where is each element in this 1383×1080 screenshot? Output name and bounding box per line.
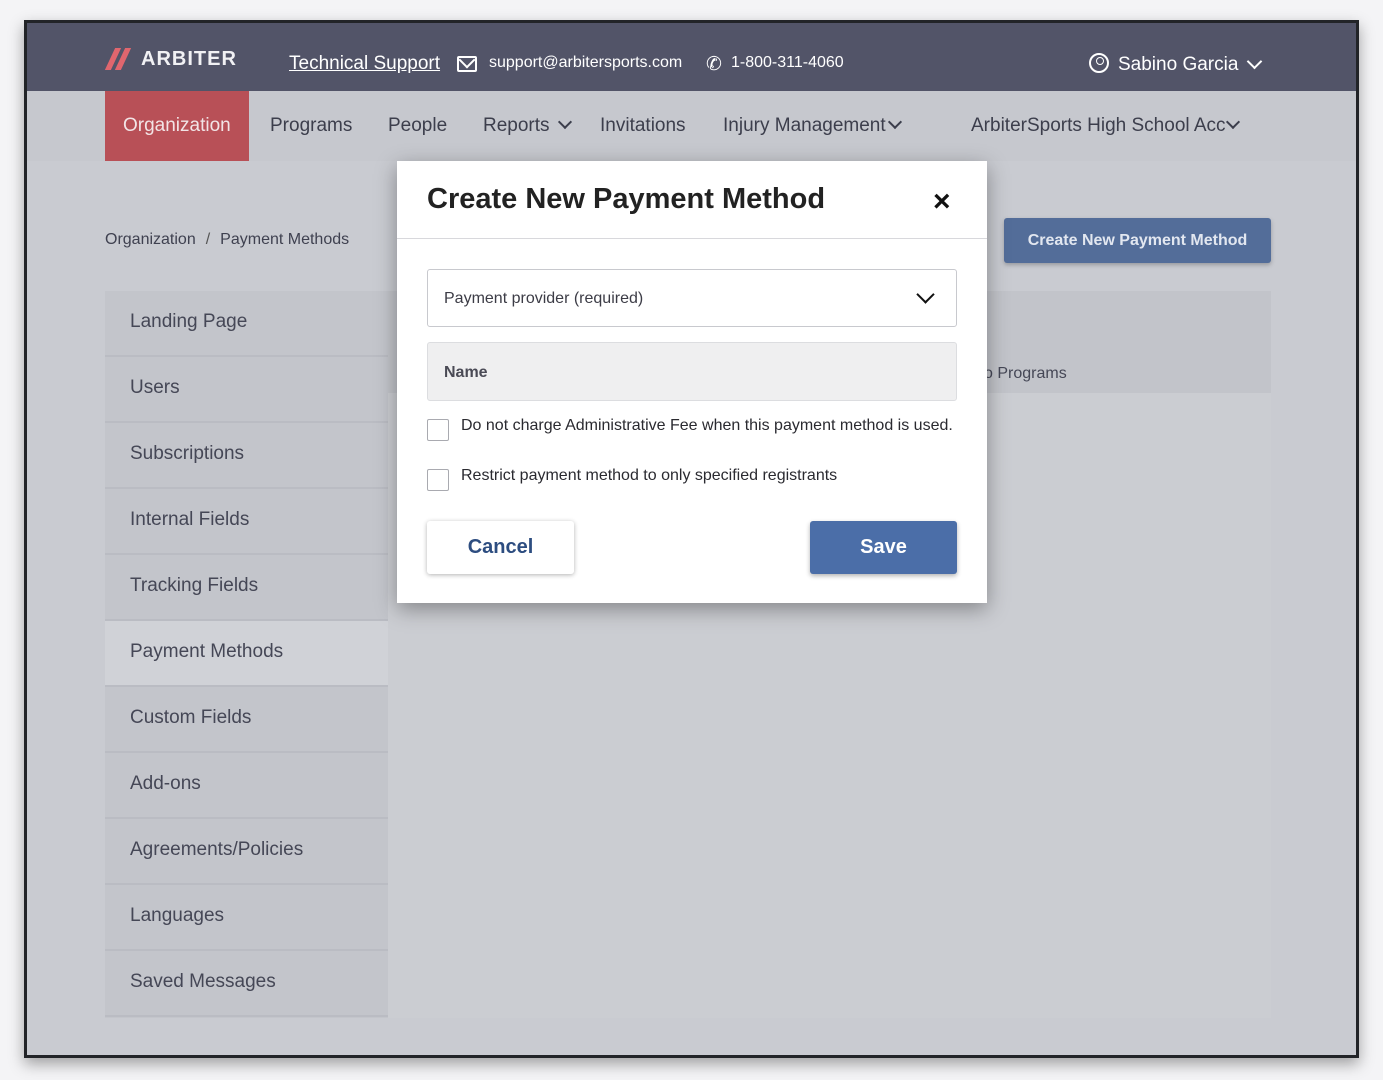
sidebar-item-custom-fields[interactable]: Custom Fields — [105, 687, 388, 753]
chevron-down-icon — [557, 114, 572, 130]
sidebar-item-landing-page[interactable]: Landing Page — [105, 291, 388, 357]
payment-provider-placeholder: Payment provider (required) — [444, 290, 644, 307]
nav-label: Programs — [270, 115, 353, 136]
admin-fee-checkbox[interactable] — [427, 419, 449, 441]
nav-reports[interactable]: Reports — [483, 91, 572, 161]
chevron-down-icon — [887, 114, 902, 130]
name-field[interactable]: Name — [427, 342, 957, 401]
sidebar-item-internal-fields[interactable]: Internal Fields — [105, 489, 388, 555]
technical-support-link[interactable]: Technical Support — [289, 53, 440, 75]
nav-label: ArbiterSports High School Acc — [971, 115, 1226, 136]
sidebar-item-agreements-policies[interactable]: Agreements/Policies — [105, 819, 388, 885]
support-phone-link[interactable]: 1-800-311-4060 — [731, 54, 844, 72]
nav-invitations[interactable]: Invitations — [600, 91, 686, 161]
breadcrumb-separator: / — [205, 231, 211, 248]
nav-label: Organization — [123, 115, 231, 136]
nav-organization[interactable]: Organization — [105, 91, 249, 161]
close-icon[interactable]: × — [933, 185, 951, 219]
table-header-cell: o Programs — [984, 365, 1067, 382]
sidebar-item-add-ons[interactable]: Add-ons — [105, 753, 388, 819]
sidebar-item-payment-methods[interactable]: Payment Methods — [105, 621, 388, 687]
sidebar-item-tracking-fields[interactable]: Tracking Fields — [105, 555, 388, 621]
top-bar: ARBITER Technical Support support@arbite… — [27, 23, 1356, 91]
chevron-down-icon — [1225, 114, 1240, 130]
cancel-button[interactable]: Cancel — [427, 521, 574, 574]
logo-text: ARBITER — [141, 47, 237, 70]
breadcrumb-payment-methods: Payment Methods — [220, 231, 350, 248]
app-window: ARBITER Technical Support support@arbite… — [24, 20, 1359, 1058]
chevron-down-icon — [916, 285, 935, 304]
create-payment-method-dialog: Create New Payment Method × Payment prov… — [397, 161, 987, 603]
create-payment-method-button[interactable]: Create New Payment Method — [1004, 218, 1271, 263]
sidebar: Landing Page Users Subscriptions Interna… — [105, 291, 388, 1018]
nav-label: People — [388, 115, 448, 136]
phone-icon: ✆ — [706, 54, 722, 75]
breadcrumb-organization[interactable]: Organization — [105, 231, 196, 248]
mail-icon — [457, 56, 477, 72]
nav-injury-management[interactable]: Injury Management — [723, 91, 902, 161]
restrict-label[interactable]: Restrict payment method to only specifie… — [461, 467, 961, 485]
logo-icon — [104, 48, 133, 70]
nav-account-selector[interactable]: ArbiterSports High School Acc — [971, 91, 1240, 161]
support-email-link[interactable]: support@arbitersports.com — [489, 54, 682, 72]
divider — [397, 238, 987, 239]
nav-label: Reports — [483, 115, 550, 136]
nav-label: Injury Management — [723, 115, 886, 136]
payment-provider-select[interactable]: Payment provider (required) — [427, 269, 957, 327]
breadcrumb: Organization / Payment Methods — [105, 231, 349, 249]
user-menu[interactable]: Sabino Garcia — [1118, 54, 1238, 76]
sidebar-item-saved-messages[interactable]: Saved Messages — [105, 951, 388, 1017]
dialog-title: Create New Payment Method — [427, 183, 826, 215]
nav-label: Invitations — [600, 115, 686, 136]
arbiter-logo[interactable]: ARBITER — [104, 47, 237, 71]
sidebar-item-languages[interactable]: Languages — [105, 885, 388, 951]
chevron-down-icon[interactable] — [1246, 53, 1263, 70]
sidebar-item-users[interactable]: Users — [105, 357, 388, 423]
nav-programs[interactable]: Programs — [270, 91, 352, 161]
main-nav: Organization Programs People Reports Inv… — [27, 91, 1356, 161]
admin-fee-label[interactable]: Do not charge Administrative Fee when th… — [461, 417, 961, 435]
restrict-checkbox[interactable] — [427, 469, 449, 491]
nav-people[interactable]: People — [388, 91, 447, 161]
save-button[interactable]: Save — [810, 521, 957, 574]
sidebar-item-subscriptions[interactable]: Subscriptions — [105, 423, 388, 489]
name-field-label: Name — [444, 364, 488, 381]
user-icon[interactable] — [1089, 53, 1109, 73]
